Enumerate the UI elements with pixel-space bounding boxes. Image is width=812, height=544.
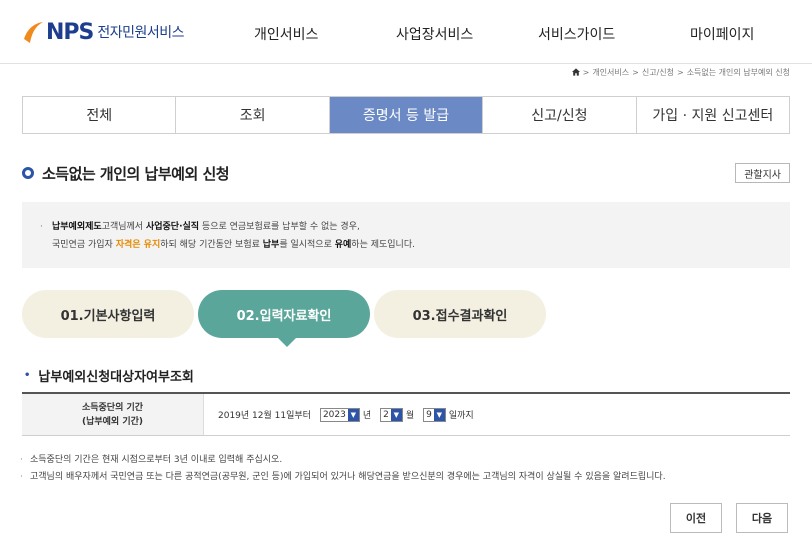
day-select[interactable]: 9 ▼ <box>423 407 446 422</box>
step-1: 01.기본사항입력 <box>22 290 194 338</box>
note-item: · 소득중단의 기간은 현재 시점으로부터 3년 이내로 입력해 주십시오. <box>20 455 283 465</box>
section-title-text: 납부예외신청대상자여부조회 <box>38 370 194 385</box>
breadcrumb-item-current: 소득없는 개인의 납부예외 신청 <box>686 67 790 77</box>
breadcrumb-item-personal[interactable]: 개인서비스 <box>592 67 629 78</box>
page-title: 소득없는 개인의 납부예외 신청 <box>22 162 230 184</box>
notes: · 소득중단의 기간은 현재 시점으로부터 3년 이내로 입력해 주십시오. · 고… <box>20 452 800 486</box>
site-header: NPS 전자민원서비스 개인서비스 사업장서비스 서비스가이드 마이페이지 <box>0 0 812 64</box>
branch-office-button[interactable]: 관할지사 <box>735 163 790 183</box>
breadcrumb-separator: > <box>582 67 590 77</box>
section-title: • 납부예외신청대상자여부조회 <box>24 366 194 385</box>
step-pointer-icon <box>278 338 296 347</box>
logo-text: NPS <box>46 19 94 45</box>
year-select[interactable]: 2023 ▼ <box>319 407 360 422</box>
tab-inquiry[interactable]: 조회 <box>176 97 330 133</box>
month-select[interactable]: 2 ▼ <box>380 407 403 422</box>
chevron-down-icon: ▼ <box>390 408 402 421</box>
page-title-text: 소득없는 개인의 납부예외 신청 <box>42 164 230 183</box>
logo-subtitle: 전자민원서비스 <box>97 25 185 41</box>
tab-all[interactable]: 전체 <box>23 97 177 133</box>
tab-report[interactable]: 신고/신청 <box>483 97 637 133</box>
breadcrumb: > 개인서비스 > 신고/신청 > 소득없는 개인의 납부예외 신청 <box>571 66 790 78</box>
chevron-down-icon: ▼ <box>347 408 359 421</box>
title-bullet-icon <box>22 167 34 179</box>
next-button[interactable]: 다음 <box>736 503 788 533</box>
breadcrumb-separator: > <box>676 67 684 77</box>
info-line-2: 국민연금 가입자 자격은 유지하되 해당 기간동안 보험료 납부를 일시적으로 … <box>52 240 415 250</box>
tab-join-support[interactable]: 가입 · 지원 신고센터 <box>636 97 790 133</box>
breadcrumb-separator: > <box>632 67 639 77</box>
period-form-row: 소득중단의 기간 (납부예외 기간) 2019년 12월 11일부터 2023 … <box>22 392 790 436</box>
section-bullet-icon: • <box>24 370 31 381</box>
period-value-cell: 2019년 12월 11일부터 2023 ▼ 년 2 ▼ 월 9 ▼ 일까지 <box>218 407 474 422</box>
home-icon[interactable] <box>571 68 580 76</box>
step-2: 02.입력자료확인 <box>198 290 370 338</box>
nav-personal-service[interactable]: 개인서비스 <box>254 24 318 44</box>
info-line-1: 납부예외제도고객님께서 사업중단·실직 등으로 연금보험료를 납부할 수 없는 … <box>52 222 360 232</box>
bullet-icon: · <box>40 222 43 232</box>
nps-logo[interactable]: NPS 전자민원서비스 <box>22 16 185 48</box>
nav-business-service[interactable]: 사업장서비스 <box>396 24 473 44</box>
tab-certificate[interactable]: 증명서 등 발급 <box>329 97 484 133</box>
category-tabs: 전체 조회 증명서 등 발급 신고/신청 가입 · 지원 신고센터 <box>22 96 790 134</box>
nav-service-guide[interactable]: 서비스가이드 <box>538 24 615 44</box>
breadcrumb-item-report[interactable]: 신고/신청 <box>642 67 674 78</box>
period-from-text: 2019년 12월 11일부터 <box>218 411 311 421</box>
note-item: · 고객님의 배우자께서 국민연금 또는 다른 공적연금(공무원, 군인 등)에 … <box>20 472 666 482</box>
period-label: 소득중단의 기간 (납부예외 기간) <box>22 394 204 435</box>
prev-button[interactable]: 이전 <box>670 503 722 533</box>
nav-my-page[interactable]: 마이페이지 <box>690 24 754 44</box>
step-3: 03.접수결과확인 <box>374 290 546 338</box>
info-box: · 납부예외제도고객님께서 사업중단·실직 등으로 연금보험료를 납부할 수 없… <box>22 202 790 268</box>
logo-swoosh-icon <box>24 22 43 43</box>
chevron-down-icon: ▼ <box>433 408 445 421</box>
step-indicator: 01.기본사항입력 02.입력자료확인 03.접수결과확인 <box>22 290 552 347</box>
